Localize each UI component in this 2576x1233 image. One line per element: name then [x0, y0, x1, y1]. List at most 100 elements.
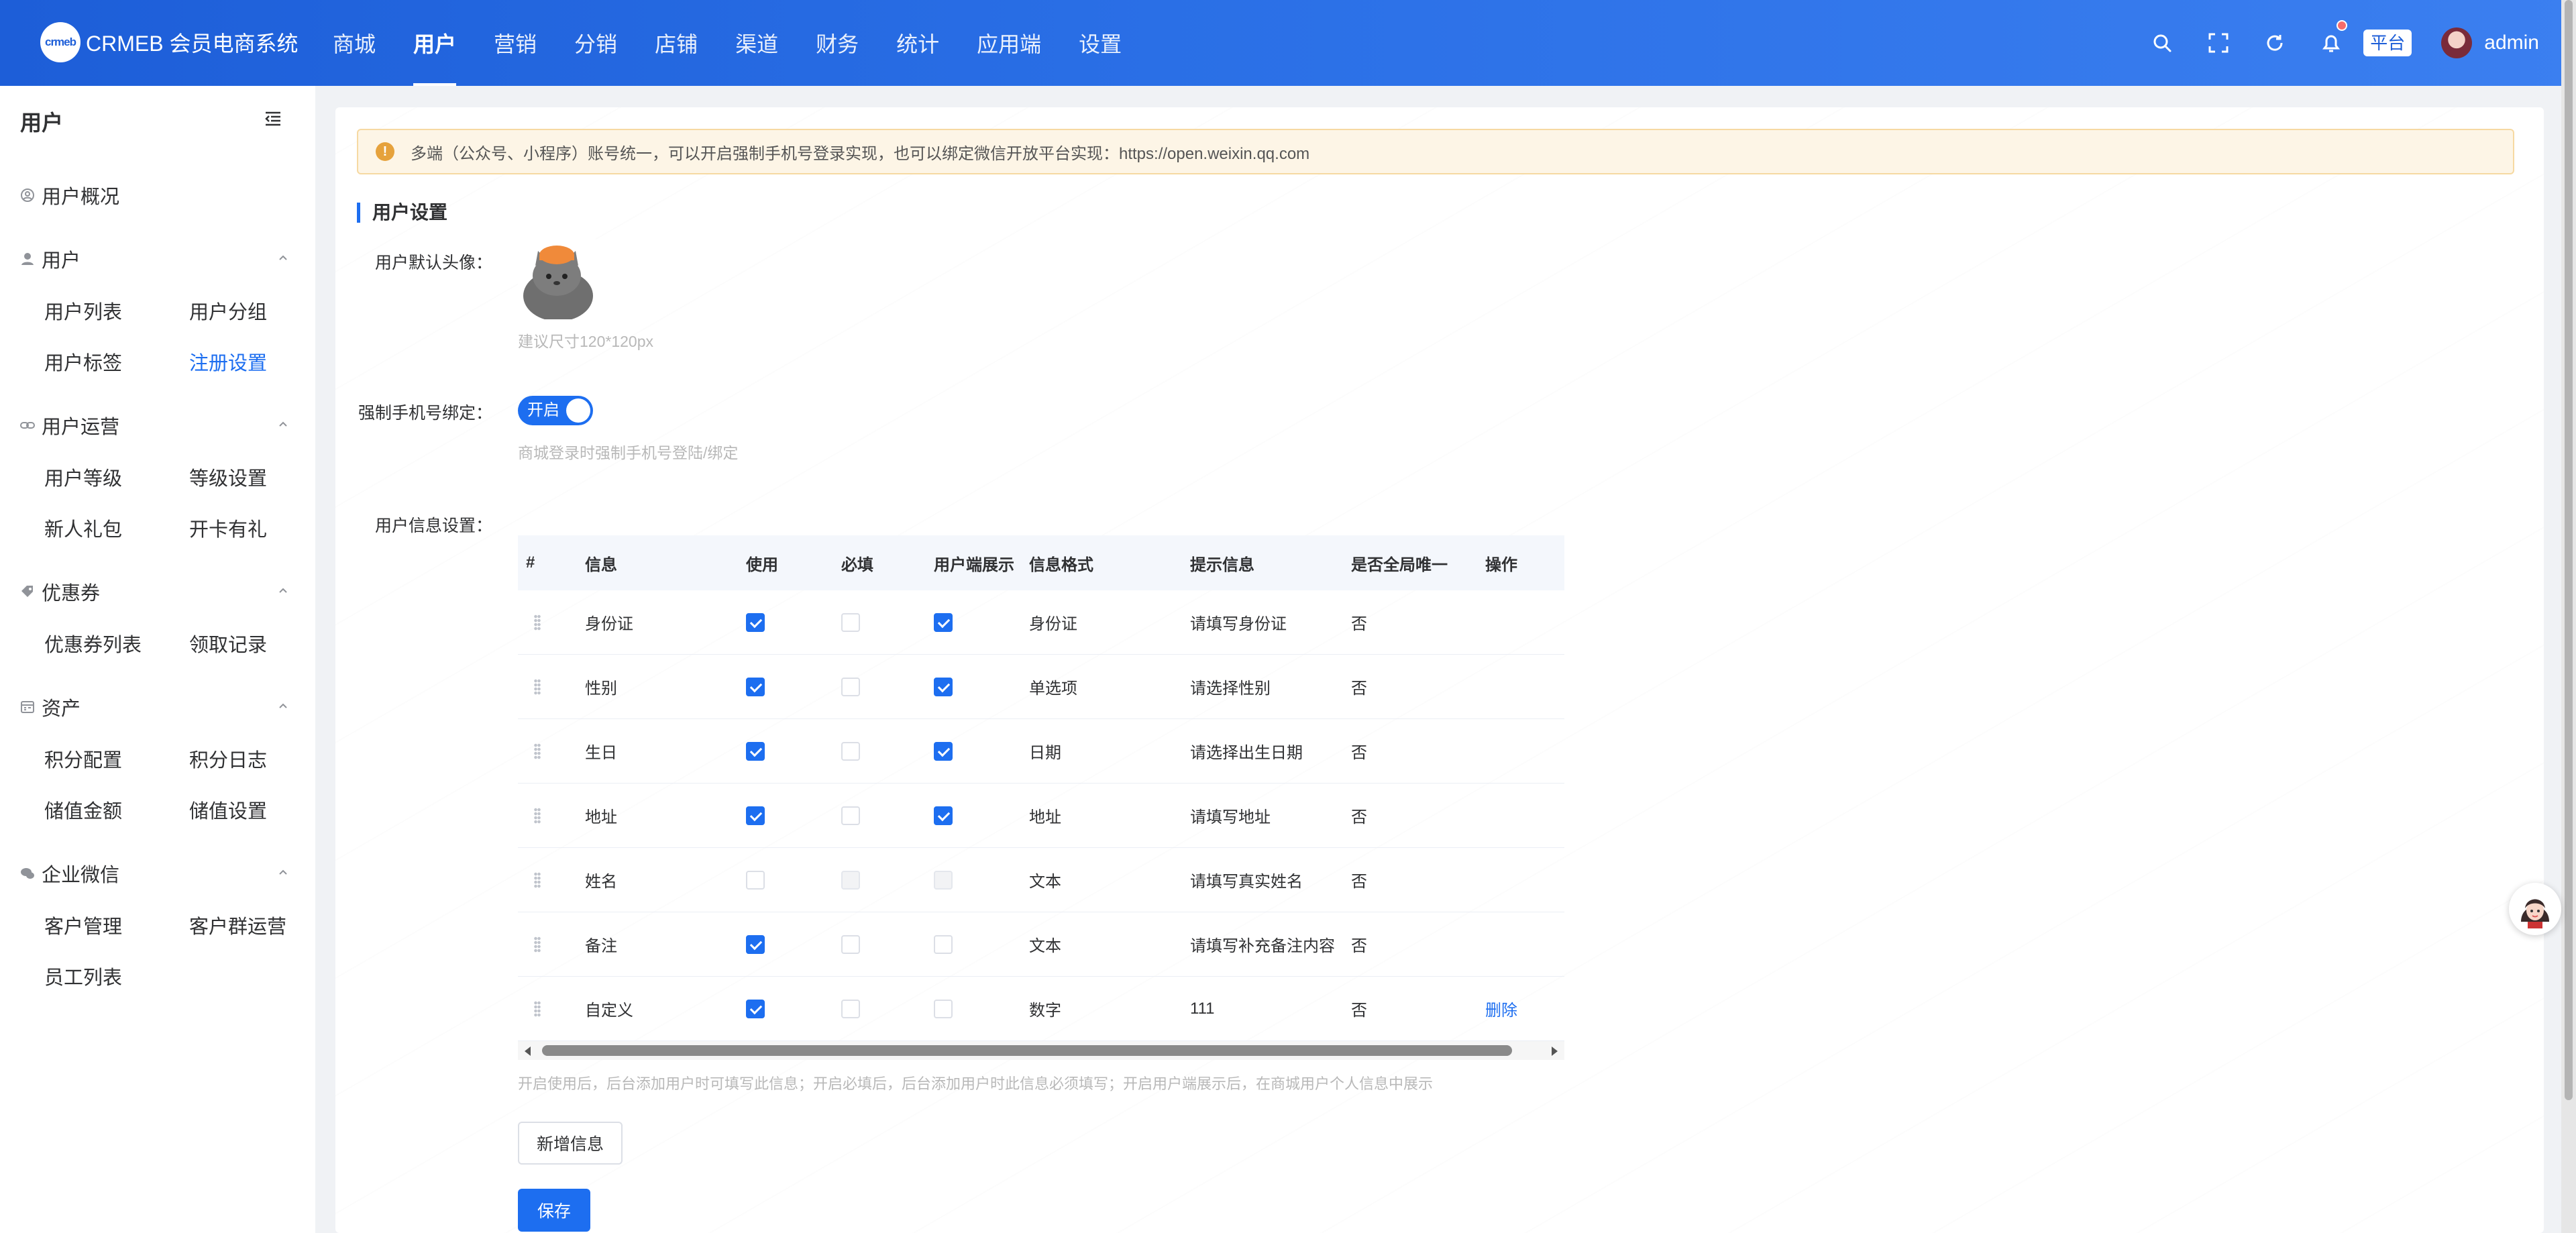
required-checkbox[interactable]: [841, 806, 860, 825]
scroll-right-icon[interactable]: [1552, 1047, 1558, 1056]
sidebar-item-claim-records[interactable]: 领取记录: [189, 629, 267, 657]
chevron-up-icon[interactable]: [276, 699, 290, 712]
sidebar-item-customer-group[interactable]: 客户群运营: [189, 911, 286, 939]
chevron-up-icon[interactable]: [276, 417, 290, 431]
show-on-client-checkbox[interactable]: [934, 741, 953, 761]
sidebar-item-user-group[interactable]: 用户分组: [189, 297, 267, 325]
sidebar-group-coupon[interactable]: 优惠券: [20, 578, 100, 606]
use-cell: [746, 677, 841, 696]
required-checkbox[interactable]: [841, 741, 860, 761]
drag-handle-icon[interactable]: [534, 614, 541, 631]
save-button[interactable]: 保存: [518, 1189, 590, 1232]
use-checkbox[interactable]: [746, 806, 765, 825]
notification-dot: [2337, 20, 2348, 31]
sidebar-item-user-tag[interactable]: 用户标签: [44, 347, 122, 376]
sidebar-group-overview[interactable]: 用户概况: [20, 181, 119, 209]
nav-item[interactable]: 店铺: [636, 0, 716, 86]
chevron-up-icon[interactable]: [276, 251, 290, 264]
required-checkbox[interactable]: [841, 677, 860, 696]
menu-collapse-icon[interactable]: [263, 109, 283, 129]
nav-item[interactable]: 渠道: [716, 0, 797, 86]
info-tip: 请填写补充备注内容: [1190, 937, 1335, 955]
required-checkbox[interactable]: [841, 934, 860, 954]
bell-icon[interactable]: [2303, 0, 2359, 86]
show-on-client-checkbox[interactable]: [934, 612, 953, 632]
nav-item[interactable]: 用户: [394, 0, 475, 86]
support-avatar-button[interactable]: [2509, 883, 2561, 935]
info-name: 地址: [585, 808, 617, 826]
show-on-client-checkbox[interactable]: [934, 934, 953, 954]
table-horizontal-scrollbar[interactable]: [518, 1041, 1564, 1060]
refresh-icon[interactable]: [2247, 0, 2303, 86]
sidebar-item-customer-manage[interactable]: 客户管理: [44, 911, 122, 939]
add-info-button[interactable]: 新增信息: [518, 1122, 623, 1165]
phone-binding-switch[interactable]: 开启: [518, 396, 593, 425]
use-checkbox[interactable]: [746, 999, 765, 1018]
phone-binding-hint: 商城登录时强制手机号登陆/绑定: [518, 444, 739, 462]
info-format: 数字: [1029, 1002, 1061, 1020]
drag-cell: [518, 871, 585, 888]
sidebar-item-points-log[interactable]: 积分日志: [189, 745, 267, 773]
drag-handle-icon[interactable]: [534, 678, 541, 695]
nav-item[interactable]: 应用端: [958, 0, 1060, 86]
use-checkbox[interactable]: [746, 612, 765, 632]
chevron-up-icon[interactable]: [276, 865, 290, 879]
sidebar-group-user[interactable]: 用户: [20, 245, 80, 273]
fullscreen-icon[interactable]: [2190, 0, 2247, 86]
use-checkbox[interactable]: [746, 934, 765, 954]
username[interactable]: admin: [2484, 32, 2539, 54]
sidebar-item-balance-settings[interactable]: 储值设置: [189, 796, 267, 824]
page-scrollbar[interactable]: [2561, 0, 2576, 1233]
avatar-hint: 建议尺寸120*120px: [518, 333, 653, 350]
sidebar-item-newbie-gift[interactable]: 新人礼包: [44, 514, 122, 542]
drag-handle-icon[interactable]: [534, 743, 541, 759]
drag-handle-icon[interactable]: [534, 807, 541, 824]
sidebar-group-assets[interactable]: 资产: [20, 693, 80, 721]
table-row: 生日 日期 请选择出生日期 否: [518, 719, 1564, 784]
required-checkbox[interactable]: [841, 999, 860, 1018]
default-avatar-image[interactable]: [518, 239, 598, 319]
show-on-client-checkbox[interactable]: [934, 806, 953, 825]
sidebar-item-staff-list[interactable]: 员工列表: [44, 962, 122, 990]
nav-item[interactable]: 设置: [1060, 0, 1140, 86]
user-circle-icon: [21, 189, 34, 202]
table-header-cell: #: [526, 553, 535, 572]
nav-item[interactable]: 分销: [555, 0, 636, 86]
drag-handle-icon[interactable]: [534, 871, 541, 888]
use-checkbox[interactable]: [746, 741, 765, 761]
sidebar-item-level-settings[interactable]: 等级设置: [189, 463, 267, 491]
use-checkbox[interactable]: [746, 870, 765, 890]
search-icon[interactable]: [2134, 0, 2190, 86]
required-checkbox[interactable]: [841, 612, 860, 632]
logo[interactable]: crmeb CRMEB 会员电商系统: [40, 20, 298, 64]
logo-mark: crmeb: [40, 22, 80, 62]
sidebar-group-operations[interactable]: 用户运营: [20, 411, 119, 439]
info-format: 身份证: [1029, 615, 1077, 633]
show-on-client-checkbox[interactable]: [934, 677, 953, 696]
scroll-thumb[interactable]: [542, 1045, 1512, 1056]
info-name: 自定义: [585, 1002, 633, 1020]
nav-item[interactable]: 统计: [877, 0, 958, 86]
platform-tag[interactable]: 平台: [2363, 30, 2412, 56]
nav-item[interactable]: 营销: [475, 0, 555, 86]
sidebar-item-user-level[interactable]: 用户等级: [44, 463, 122, 491]
sidebar-item-points-config[interactable]: 积分配置: [44, 745, 122, 773]
drag-handle-icon[interactable]: [534, 936, 541, 953]
chevron-up-icon[interactable]: [276, 584, 290, 597]
show-on-client-checkbox[interactable]: [934, 999, 953, 1018]
nav-item[interactable]: 商城: [314, 0, 394, 86]
sidebar-item-card-gift[interactable]: 开卡有礼: [189, 514, 267, 542]
scroll-left-icon[interactable]: [525, 1047, 531, 1056]
sidebar-item-user-list[interactable]: 用户列表: [44, 297, 122, 325]
info-name: 身份证: [585, 615, 633, 633]
use-checkbox[interactable]: [746, 677, 765, 696]
sidebar-group-wecom[interactable]: 企业微信: [20, 859, 119, 888]
global-unique: 否: [1351, 744, 1367, 762]
delete-link[interactable]: 删除: [1485, 997, 1564, 1020]
drag-handle-icon[interactable]: [534, 1000, 541, 1017]
nav-item[interactable]: 财务: [797, 0, 877, 86]
sidebar-item-balance-amount[interactable]: 储值金额: [44, 796, 122, 824]
sidebar-item-coupon-list[interactable]: 优惠券列表: [44, 629, 142, 657]
avatar[interactable]: [2441, 28, 2473, 58]
sidebar-item-register-settings[interactable]: 注册设置: [189, 347, 267, 376]
